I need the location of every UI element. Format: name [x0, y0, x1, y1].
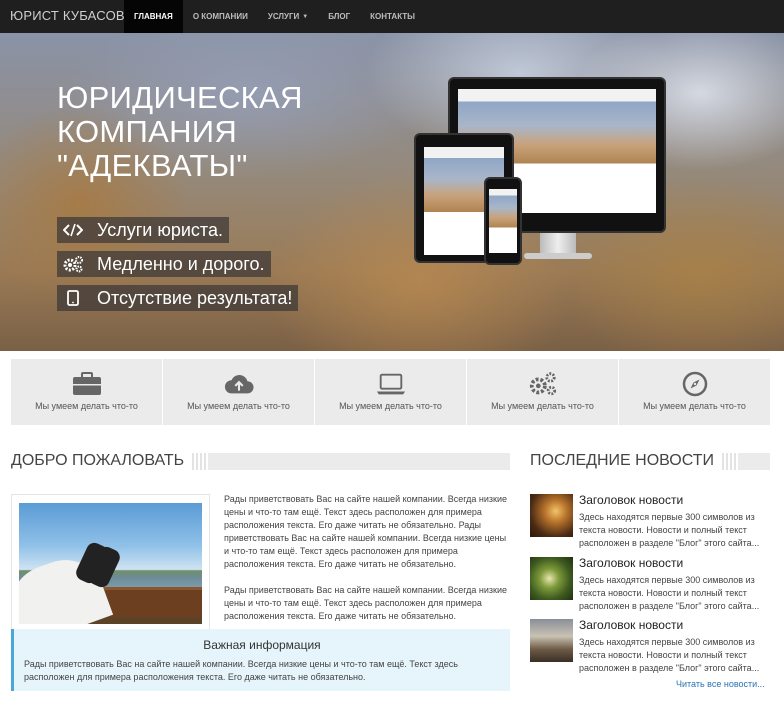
- hero-title-line: КОМПАНИЯ: [57, 114, 238, 149]
- heading-divider: [722, 452, 770, 470]
- site-brand[interactable]: ЮРИСТ КУБАСОВ: [10, 8, 125, 23]
- nav-item-label: КОНТАКТЫ: [370, 12, 415, 21]
- hero-feature-label: Услуги юриста.: [97, 219, 223, 240]
- hero-feature-label: Медленно и дорого.: [97, 253, 265, 274]
- service-item[interactable]: Мы умеем делать что-то: [619, 359, 770, 425]
- briefcase-icon: [72, 371, 102, 397]
- news-title[interactable]: Заголовок новости: [579, 556, 683, 570]
- devices-illustration: [412, 77, 672, 277]
- news-thumbnail[interactable]: [530, 557, 573, 600]
- news-title[interactable]: Заголовок новости: [579, 493, 683, 507]
- service-label: Мы умеем делать что-то: [187, 401, 290, 411]
- nav-item-contacts[interactable]: КОНТАКТЫ: [360, 0, 425, 33]
- welcome-photo: [19, 503, 202, 624]
- hero-feature: Услуги юриста.: [57, 217, 229, 243]
- section-title: ПОСЛЕДНИЕ НОВОСТИ: [530, 452, 723, 470]
- cogs-icon: [57, 255, 89, 273]
- news-excerpt: Здесь находятся первые 300 символов из т…: [579, 575, 760, 611]
- nav-item-blog[interactable]: БЛОГ: [318, 0, 360, 33]
- news-item: Заголовок новости Здесь находятся первые…: [530, 493, 775, 548]
- welcome-heading: ДОБРО ПОЖАЛОВАТЬ: [11, 451, 510, 471]
- news-heading: ПОСЛЕДНИЕ НОВОСТИ: [530, 451, 770, 471]
- welcome-paragraph: Рады приветствовать Вас на сайте нашей к…: [224, 494, 507, 569]
- service-item[interactable]: Мы умеем делать что-то: [163, 359, 315, 425]
- welcome-photo-frame: [11, 494, 210, 630]
- compass-icon: [680, 371, 710, 397]
- nav-item-home[interactable]: ГЛАВНАЯ: [124, 0, 183, 33]
- nav-item-about[interactable]: О КОМПАНИИ: [183, 0, 258, 33]
- main-nav: ГЛАВНАЯ О КОМПАНИИ УСЛУГИ ▼ БЛОГ КОНТАКТЫ: [124, 0, 425, 33]
- hero-title-line: "АДЕКВАТЫ": [57, 148, 248, 183]
- news-thumbnail[interactable]: [530, 494, 573, 537]
- heading-divider: [192, 452, 510, 470]
- news-item: Заголовок новости Здесь находятся первые…: [530, 556, 775, 611]
- hero-banner: ЮРИДИЧЕСКАЯ КОМПАНИЯ "АДЕКВАТЫ" Услуги ю…: [0, 33, 784, 351]
- service-label: Мы умеем делать что-то: [643, 401, 746, 411]
- top-navbar: ЮРИСТ КУБАСОВ ГЛАВНАЯ О КОМПАНИИ УСЛУГИ ▼…: [0, 0, 784, 33]
- cogs-icon: [528, 371, 558, 397]
- section-title: ДОБРО ПОЖАЛОВАТЬ: [11, 452, 193, 470]
- nav-item-label: БЛОГ: [328, 12, 351, 21]
- callout-text: Рады приветствовать Вас на сайте нашей к…: [24, 659, 458, 682]
- service-label: Мы умеем делать что-то: [339, 401, 442, 411]
- news-excerpt: Здесь находятся первые 300 символов из т…: [579, 512, 760, 548]
- service-label: Мы умеем делать что-то: [35, 401, 138, 411]
- callout-title: Важная информация: [203, 638, 321, 652]
- laptop-icon: [376, 371, 406, 397]
- welcome-text: Рады приветствовать Вас на сайте нашей к…: [224, 493, 509, 636]
- nav-item-label: ГЛАВНАЯ: [134, 12, 173, 21]
- tablet-icon: [57, 290, 89, 306]
- welcome-paragraph: Рады приветствовать Вас на сайте нашей к…: [224, 585, 507, 621]
- news-thumbnail[interactable]: [530, 619, 573, 662]
- service-item[interactable]: Мы умеем делать что-то: [467, 359, 619, 425]
- news-item: Заголовок новости Здесь находятся первые…: [530, 618, 775, 673]
- hero-feature-label: Отсутствие результата!: [97, 287, 293, 308]
- services-strip: Мы умеем делать что-то Мы умеем делать ч…: [11, 359, 770, 425]
- service-item[interactable]: Мы умеем делать что-то: [11, 359, 163, 425]
- important-info-callout: Важная информация Рады приветствовать Ва…: [11, 629, 510, 691]
- cloud-upload-icon: [224, 371, 254, 397]
- hero-title-line: ЮРИДИЧЕСКАЯ: [57, 80, 303, 115]
- service-label: Мы умеем делать что-то: [491, 401, 594, 411]
- caret-down-icon: ▼: [302, 13, 309, 20]
- hero-feature: Отсутствие результата!: [57, 285, 299, 311]
- news-title[interactable]: Заголовок новости: [579, 618, 683, 632]
- nav-item-label: О КОМПАНИИ: [192, 12, 248, 21]
- nav-item-label: УСЛУГИ: [267, 12, 300, 21]
- service-item[interactable]: Мы умеем делать что-то: [315, 359, 467, 425]
- news-excerpt: Здесь находятся первые 300 символов из т…: [579, 637, 760, 673]
- phone-image: [484, 177, 522, 265]
- nav-item-services[interactable]: УСЛУГИ ▼: [258, 0, 318, 33]
- hero-title: ЮРИДИЧЕСКАЯ КОМПАНИЯ "АДЕКВАТЫ": [57, 81, 303, 183]
- read-all-news-link[interactable]: Читать все новости...: [676, 679, 765, 689]
- code-icon: [57, 223, 89, 237]
- hero-feature: Медленно и дорого.: [57, 251, 271, 277]
